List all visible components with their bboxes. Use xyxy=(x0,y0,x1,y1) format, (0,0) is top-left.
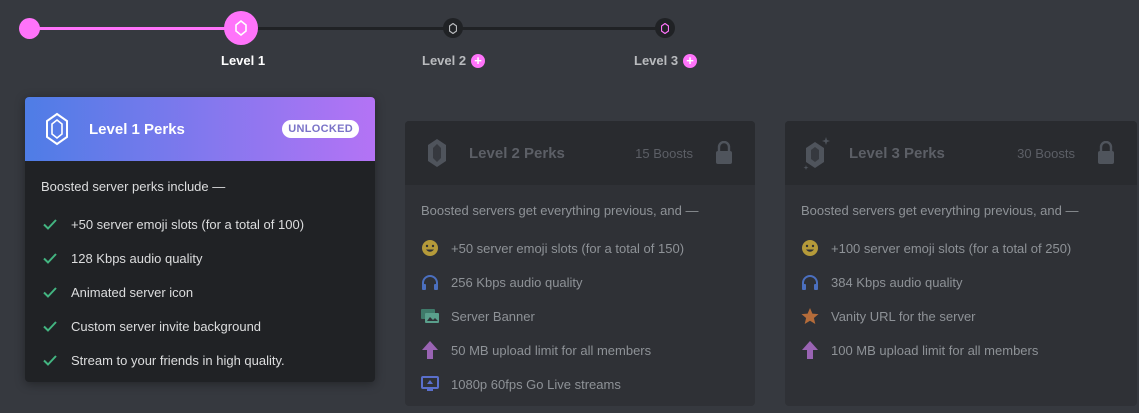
progress-start-node xyxy=(19,18,40,39)
level-1-label: Level 1 xyxy=(221,53,265,68)
perk-item: 1080p 60fps Go Live streams xyxy=(421,367,739,401)
perk-text: 384 Kbps audio quality xyxy=(831,274,963,290)
level-1-text: Level 1 xyxy=(221,53,266,68)
perk-item: 128 Kbps audio quality xyxy=(41,241,359,275)
perk-item: 256 Kbps audio quality xyxy=(421,265,739,299)
card-title: Level 2 Perks xyxy=(469,144,565,162)
gem-icon xyxy=(449,22,457,34)
perk-text: Stream to your friends in high quality. xyxy=(71,352,285,368)
boosts-required: 15 Boosts xyxy=(635,145,693,161)
perk-item: +50 server emoji slots (for a total of 1… xyxy=(41,207,359,241)
level-3-label: Level 3 + xyxy=(634,53,698,68)
level-1-perks-card: Level 1 Perks UNLOCKED Boosted server pe… xyxy=(25,97,375,382)
perks-intro: Boosted servers get everything previous,… xyxy=(421,203,699,218)
check-icon xyxy=(41,283,59,301)
card-body: Boosted servers get everything previous,… xyxy=(785,185,1137,367)
unlocked-badge: UNLOCKED xyxy=(282,120,359,138)
progress-line-completed xyxy=(30,27,242,30)
boost-level-progress: Level 1 Level 2 + Level 3 + xyxy=(0,0,1139,80)
card-title: Level 3 Perks xyxy=(849,144,945,162)
perk-item: +100 server emoji slots (for a total of … xyxy=(801,231,1121,265)
perk-item: 100 MB upload limit for all members xyxy=(801,333,1121,367)
level-3-perks-card: Level 3 Perks 30 Boosts Boosted servers … xyxy=(785,121,1137,406)
card-header: Level 2 Perks 15 Boosts xyxy=(405,121,755,185)
gem-icon xyxy=(428,139,446,167)
perk-item: 50 MB upload limit for all members xyxy=(421,333,739,367)
plus-icon[interactable]: + xyxy=(683,53,698,68)
gem-icon xyxy=(661,22,669,34)
perk-text: Server Banner xyxy=(451,308,535,324)
card-title: Level 1 Perks xyxy=(89,120,185,138)
perk-item: Custom server invite background xyxy=(41,309,359,343)
card-body: Boosted server perks include — +50 serve… xyxy=(25,161,375,377)
check-icon xyxy=(41,215,59,233)
emoji-icon xyxy=(801,239,819,257)
perk-item: Stream to your friends in high quality. xyxy=(41,343,359,377)
headphones-icon xyxy=(801,273,819,291)
perk-item: Server Banner xyxy=(421,299,739,333)
perk-text: 1080p 60fps Go Live streams xyxy=(451,376,621,392)
card-body: Boosted servers get everything previous,… xyxy=(405,185,755,401)
perk-item: +50 server emoji slots (for a total of 1… xyxy=(421,231,739,265)
lock-icon xyxy=(716,141,732,164)
banner-icon xyxy=(421,307,439,325)
perk-text: +100 server emoji slots (for a total of … xyxy=(831,240,1072,256)
perks-intro: Boosted server perks include — xyxy=(41,179,226,194)
level-2-perks-card: Level 2 Perks 15 Boosts Boosted servers … xyxy=(405,121,755,406)
perk-text: Custom server invite background xyxy=(71,318,262,334)
perk-item: Vanity URL for the server xyxy=(801,299,1121,333)
perk-text: Vanity URL for the server xyxy=(831,308,976,324)
perk-text: Animated server icon xyxy=(71,284,194,300)
level-3-text: Level 3 xyxy=(634,53,679,68)
card-header: Level 1 Perks UNLOCKED xyxy=(25,97,375,161)
perk-text: +50 server emoji slots (for a total of 1… xyxy=(71,216,305,232)
level-2-text: Level 2 xyxy=(422,53,467,68)
emoji-icon xyxy=(421,239,439,257)
lock-icon xyxy=(1098,141,1114,164)
perk-item: 384 Kbps audio quality xyxy=(801,265,1121,299)
boosts-required: 30 Boosts xyxy=(1017,145,1075,161)
level-2-label: Level 2 + xyxy=(422,53,486,68)
check-icon xyxy=(41,249,59,267)
level-3-node xyxy=(655,18,675,38)
headphones-icon xyxy=(421,273,439,291)
level-2-node xyxy=(443,18,463,38)
perk-text: 100 MB upload limit for all members xyxy=(831,342,1039,358)
card-header: Level 3 Perks 30 Boosts xyxy=(785,121,1137,185)
screen-share-icon xyxy=(421,375,439,393)
check-icon xyxy=(41,351,59,369)
perk-text: +50 server emoji slots (for a total of 1… xyxy=(451,240,685,256)
upload-arrow-icon xyxy=(801,341,819,359)
gem-icon xyxy=(235,20,247,36)
plus-icon[interactable]: + xyxy=(471,53,486,68)
perk-text: 50 MB upload limit for all members xyxy=(451,342,652,358)
star-icon xyxy=(801,307,819,325)
perk-item: Animated server icon xyxy=(41,275,359,309)
gem-sparkle-icon xyxy=(803,137,830,170)
check-icon xyxy=(41,317,59,335)
upload-arrow-icon xyxy=(421,341,439,359)
gem-icon xyxy=(46,112,68,146)
perks-intro: Boosted servers get everything previous,… xyxy=(801,203,1079,218)
perk-text: 128 Kbps audio quality xyxy=(71,250,203,266)
perk-text: 256 Kbps audio quality xyxy=(451,274,583,290)
level-1-node xyxy=(224,11,258,45)
